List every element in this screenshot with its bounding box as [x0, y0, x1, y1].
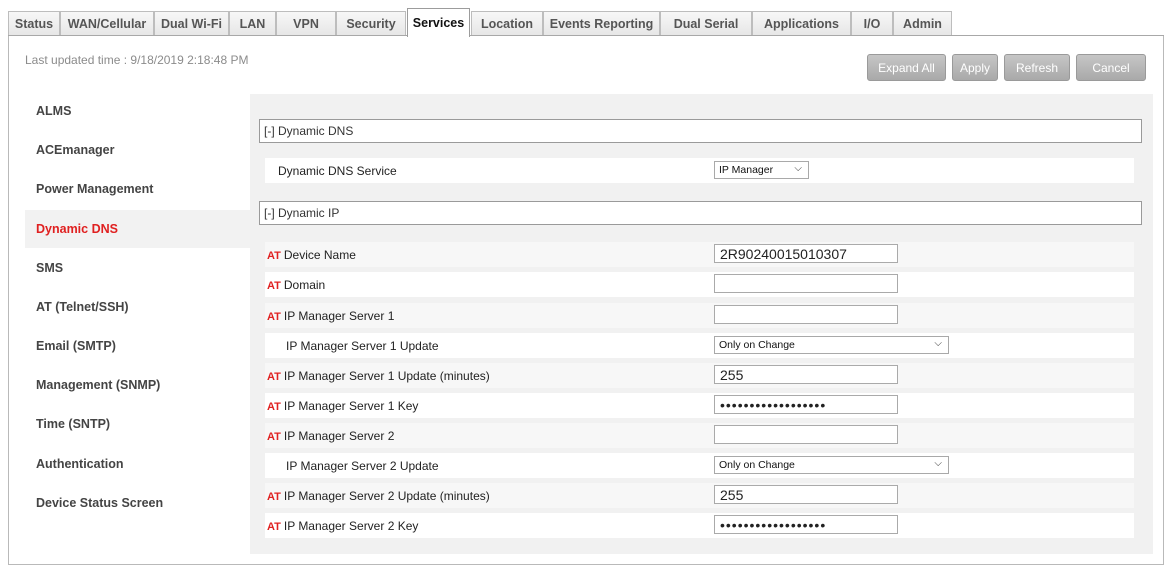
ip-manager-server-2-key-row: AT IP Manager Server 2 Key [265, 513, 1134, 538]
tab-lan[interactable]: LAN [229, 11, 276, 36]
sidebar-item-device-status-screen[interactable]: Device Status Screen [25, 484, 250, 522]
sidebar-item-time-sntp[interactable]: Time (SNTP) [25, 405, 250, 443]
sidebar-item-dynamic-dns[interactable]: Dynamic DNS [25, 210, 250, 248]
ip-manager-server-2-update-select[interactable]: Only on Change ⌵ [714, 456, 949, 474]
tab-wan-cellular[interactable]: WAN/Cellular [60, 11, 154, 36]
sidebar-item-authentication[interactable]: Authentication [25, 445, 250, 483]
tab-io[interactable]: I/O [851, 11, 893, 36]
device-name-row: AT Device Name [265, 242, 1134, 267]
ip-manager-server-1-key-input[interactable] [714, 395, 898, 414]
last-updated-text: Last updated time : 9/18/2019 2:18:48 PM [25, 53, 249, 67]
refresh-button[interactable]: Refresh [1004, 54, 1070, 81]
domain-label: Domain [283, 278, 326, 292]
at-command-marker: AT [267, 521, 281, 533]
at-command-marker: AT [267, 491, 281, 503]
section-dynamic-dns-header[interactable]: [-] Dynamic DNS [259, 119, 1142, 143]
ip-manager-server-2-update-label: IP Manager Server 2 Update [286, 459, 439, 473]
sidebar-item-acemanager[interactable]: ACEmanager [25, 131, 250, 169]
ip-manager-server-1-update-row: IP Manager Server 1 Update Only on Chang… [265, 333, 1134, 358]
ip-manager-server-2-update-minutes-row: AT IP Manager Server 2 Update (minutes) [265, 483, 1134, 508]
dynamic-dns-service-label: Dynamic DNS Service [278, 164, 397, 178]
ip-manager-server-2-update-minutes-input[interactable] [714, 485, 898, 504]
tab-applications[interactable]: Applications [752, 11, 851, 36]
ip-manager-server-1-label: IP Manager Server 1 [283, 309, 395, 323]
at-command-marker: AT [267, 401, 281, 413]
chevron-down-icon: ⌵ [934, 458, 942, 469]
tab-location[interactable]: Location [471, 11, 543, 36]
ip-manager-server-1-update-minutes-row: AT IP Manager Server 1 Update (minutes) [265, 363, 1134, 388]
ip-manager-server-2-key-label: IP Manager Server 2 Key [283, 519, 419, 533]
ip-manager-server-1-key-label: IP Manager Server 1 Key [283, 399, 419, 413]
ip-manager-server-1-update-minutes-label: IP Manager Server 1 Update (minutes) [283, 369, 490, 383]
ip-manager-server-2-row: AT IP Manager Server 2 [265, 423, 1134, 448]
sidebar-item-sms[interactable]: SMS [25, 249, 250, 287]
domain-row: AT Domain [265, 272, 1134, 297]
at-command-marker: AT [267, 311, 281, 323]
ip-manager-server-2-update-minutes-label: IP Manager Server 2 Update (minutes) [283, 489, 490, 503]
ip-manager-server-1-key-row: AT IP Manager Server 1 Key [265, 393, 1134, 418]
ip-manager-server-1-row: AT IP Manager Server 1 [265, 303, 1134, 328]
ip-manager-server-1-update-value: Only on Change [719, 339, 795, 351]
sidebar-item-alms[interactable]: ALMS [25, 92, 250, 130]
tab-dual-wifi[interactable]: Dual Wi-Fi [154, 11, 229, 36]
tab-dual-serial[interactable]: Dual Serial [660, 11, 752, 36]
chevron-down-icon: ⌵ [934, 338, 942, 349]
tab-status[interactable]: Status [8, 11, 60, 36]
dynamic-dns-service-row: Dynamic DNS Service IP Manager ⌵ [265, 158, 1134, 183]
at-command-marker: AT [267, 280, 281, 292]
tab-security[interactable]: Security [336, 11, 406, 36]
apply-button[interactable]: Apply [952, 54, 998, 81]
sidebar-item-at-telnet-ssh[interactable]: AT (Telnet/SSH) [25, 288, 250, 326]
ip-manager-server-2-update-row: IP Manager Server 2 Update Only on Chang… [265, 453, 1134, 478]
sidebar-item-management-snmp[interactable]: Management (SNMP) [25, 366, 250, 404]
chevron-down-icon: ⌵ [794, 163, 802, 174]
ip-manager-server-2-update-value: Only on Change [719, 459, 795, 471]
device-name-input[interactable] [714, 244, 898, 263]
ip-manager-server-1-update-label: IP Manager Server 1 Update [286, 339, 439, 353]
at-command-marker: AT [267, 250, 281, 262]
ip-manager-server-1-update-minutes-input[interactable] [714, 365, 898, 384]
dynamic-dns-service-select[interactable]: IP Manager ⌵ [714, 161, 809, 179]
ip-manager-server-2-input[interactable] [714, 425, 898, 444]
ip-manager-server-1-update-select[interactable]: Only on Change ⌵ [714, 336, 949, 354]
ip-manager-server-1-input[interactable] [714, 305, 898, 324]
dynamic-dns-service-value: IP Manager [719, 164, 774, 176]
main-tab-bar: Status WAN/Cellular Dual Wi-Fi LAN VPN S… [0, 0, 1171, 37]
tab-vpn[interactable]: VPN [276, 11, 336, 36]
domain-input[interactable] [714, 274, 898, 293]
ip-manager-server-2-label: IP Manager Server 2 [283, 429, 395, 443]
sidebar-item-power-management[interactable]: Power Management [25, 170, 250, 208]
at-command-marker: AT [267, 431, 281, 443]
expand-all-button[interactable]: Expand All [867, 54, 946, 81]
tab-services[interactable]: Services [407, 8, 470, 37]
ip-manager-server-2-key-input[interactable] [714, 515, 898, 534]
sidebar-item-email-smtp[interactable]: Email (SMTP) [25, 327, 250, 365]
section-dynamic-ip-header[interactable]: [-] Dynamic IP [259, 201, 1142, 225]
cancel-button[interactable]: Cancel [1076, 54, 1146, 81]
sidebar-nav: ALMS ACEmanager Power Management Dynamic… [25, 92, 250, 552]
device-name-label: Device Name [283, 248, 356, 262]
tab-admin[interactable]: Admin [893, 11, 952, 36]
tab-events-reporting[interactable]: Events Reporting [543, 11, 660, 36]
at-command-marker: AT [267, 371, 281, 383]
